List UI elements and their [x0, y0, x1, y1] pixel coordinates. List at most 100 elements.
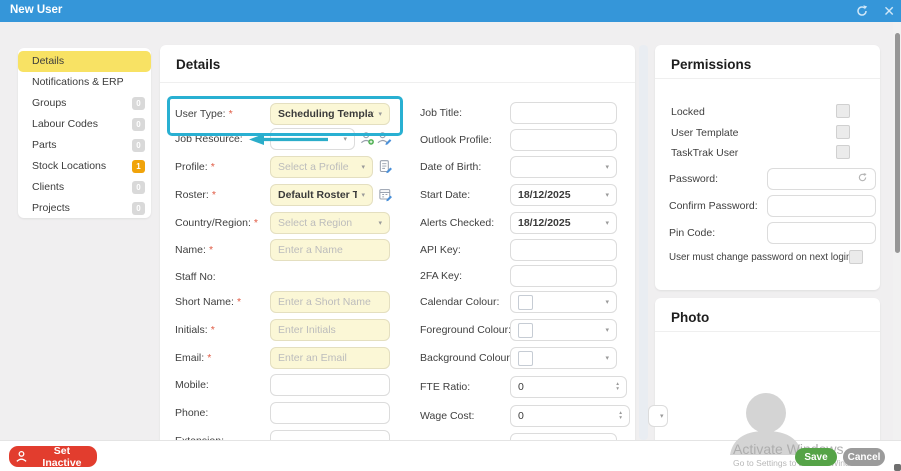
field-label-text: FTE Ratio: [420, 381, 471, 393]
chevron-down-icon: ▾ [343, 136, 347, 143]
locked-label: Locked [671, 106, 705, 118]
field-label-text: Date of Birth: [420, 161, 482, 173]
2fa-key-label: 2FA Key: [420, 270, 462, 282]
name-field[interactable]: Enter a Name [270, 239, 390, 261]
fte-ratio-label: FTE Ratio: [420, 381, 470, 393]
country-region-label: Country/Region: * [175, 217, 258, 229]
job-title-field[interactable] [510, 102, 617, 124]
sidebar-item-projects[interactable]: Projects 0 [18, 198, 151, 219]
background-colour-field[interactable]: ▾ [510, 347, 617, 369]
field-label-text: Outlook Profile: [420, 134, 492, 146]
required-marker: * [207, 352, 212, 364]
sidebar-item-label: Labour Codes [32, 118, 98, 130]
chevron-down-icon: ▾ [378, 220, 382, 227]
change-password-checkbox[interactable] [849, 250, 863, 264]
edit-roster-icon[interactable] [378, 187, 393, 202]
short-name-field[interactable]: Enter a Short Name [270, 291, 390, 313]
color-swatch [518, 294, 533, 310]
calendar-colour-label: Calendar Colour: [420, 296, 499, 308]
required-marker: * [210, 324, 215, 336]
outlook-profile-field[interactable] [510, 129, 617, 151]
name-label: Name: * [175, 244, 213, 256]
job-resource-field[interactable]: ▾ [270, 128, 355, 150]
field-value: Scheduling Template [278, 108, 375, 120]
cancel-button[interactable]: Cancel [843, 448, 885, 466]
pin-code-label: Pin Code: [669, 227, 716, 239]
refresh-icon[interactable] [855, 4, 869, 18]
sidebar-item-groups[interactable]: Groups 0 [18, 93, 151, 114]
sidebar-item-notifications-erp[interactable]: Notifications & ERP [18, 72, 151, 93]
calendar-colour-field[interactable]: ▾ [510, 291, 617, 313]
short-name-label: Short Name: * [175, 296, 241, 308]
field-label-text: Short Name: [175, 296, 234, 308]
number-spinner[interactable]: ▴ ▾ [612, 381, 619, 392]
dialog-title: New User [10, 4, 63, 16]
required-marker: * [228, 108, 233, 120]
close-icon[interactable]: ✕ [883, 1, 895, 21]
country-region-field[interactable]: Select a Region ▾ [270, 212, 390, 234]
edit-user-icon[interactable] [377, 131, 392, 146]
set-inactive-button[interactable]: Set Inactive [9, 445, 97, 469]
wage-cost-field[interactable]: 0 ▴ ▾ [510, 405, 630, 427]
start-date-field[interactable]: 18/12/2025 ▾ [510, 184, 617, 206]
field-label-text: Staff No: [175, 271, 216, 283]
confirm-password-field[interactable] [767, 195, 876, 217]
footer-bar [0, 440, 901, 471]
date-of-birth-field[interactable]: ▾ [510, 156, 617, 178]
outlook-profile-label: Outlook Profile: [420, 134, 492, 146]
save-button[interactable]: Save [795, 448, 837, 466]
profile-field[interactable]: Select a Profile ▾ [270, 156, 373, 178]
field-value: 18/12/2025 [518, 189, 571, 201]
sidebar-item-clients[interactable]: Clients 0 [18, 177, 151, 198]
pin-code-field[interactable] [767, 222, 876, 244]
email-field[interactable]: Enter an Email [270, 347, 390, 369]
password-field[interactable] [767, 168, 876, 190]
sidebar-item-parts[interactable]: Parts 0 [18, 135, 151, 156]
field-label-text: Initials: [175, 324, 208, 336]
user-template-checkbox[interactable] [836, 125, 850, 139]
chevron-down-icon: ▾ [361, 164, 365, 171]
sidebar-item-label: Parts [32, 139, 57, 151]
mobile-field[interactable] [270, 374, 390, 396]
start-date-label: Start Date: [420, 189, 470, 201]
field-value: 0 [518, 381, 524, 393]
chevron-down-icon: ▾ [605, 192, 609, 199]
chevron-down-icon: ▾ [605, 299, 609, 306]
roster-field[interactable]: Default Roster Test▾ [270, 184, 373, 206]
generate-password-icon[interactable] [857, 172, 868, 186]
field-label-text: User Type: [175, 108, 226, 120]
fte-ratio-field[interactable]: 0 ▴ ▾ [510, 376, 627, 398]
sidebar-item-stock-locations[interactable]: Stock Locations 1 [18, 156, 151, 177]
number-spinner[interactable]: ▴ ▾ [615, 410, 622, 421]
add-user-icon[interactable] [360, 131, 375, 146]
chevron-down-icon: ▾ [605, 164, 609, 171]
change-password-note: User must change password on next login [669, 252, 852, 263]
alerts-checked-label: Alerts Checked: [420, 217, 494, 229]
2fa-key-field[interactable] [510, 265, 617, 287]
alerts-checked-field[interactable]: 18/12/2025 ▾ [510, 212, 617, 234]
wage-cost-label: Wage Cost: [420, 410, 474, 422]
field-label-text: Calendar Colour: [420, 296, 500, 308]
user-type-field[interactable]: Scheduling Template ▾ [270, 103, 390, 125]
sidebar-item-details[interactable]: Details [18, 51, 151, 72]
field-label-text: Country/Region: [175, 217, 251, 229]
wage-cost-unit-dropdown[interactable]: ▾ [648, 405, 668, 427]
foreground-colour-field[interactable]: ▾ [510, 319, 617, 341]
divider [655, 331, 880, 332]
sidebar-item-label: Stock Locations [32, 160, 107, 172]
phone-label: Phone: [175, 407, 208, 419]
tasktrak-user-checkbox[interactable] [836, 145, 850, 159]
details-scrollbar[interactable] [639, 45, 648, 440]
window-scrollbar-thumb[interactable] [894, 33, 900, 253]
field-label-text: 2FA Key: [420, 270, 463, 282]
initials-field[interactable]: Enter Initials [270, 319, 390, 341]
sidebar-item-labour-codes[interactable]: Labour Codes 0 [18, 114, 151, 135]
window-scrollbar-track[interactable] [893, 22, 901, 471]
api-key-field[interactable] [510, 239, 617, 261]
edit-profile-icon[interactable] [378, 159, 393, 174]
dialog-titlebar: New User ✕ [0, 0, 901, 22]
api-key-label: API Key: [420, 244, 461, 256]
staff-no-label: Staff No: [175, 271, 216, 283]
phone-field[interactable] [270, 402, 390, 424]
locked-checkbox[interactable] [836, 104, 850, 118]
